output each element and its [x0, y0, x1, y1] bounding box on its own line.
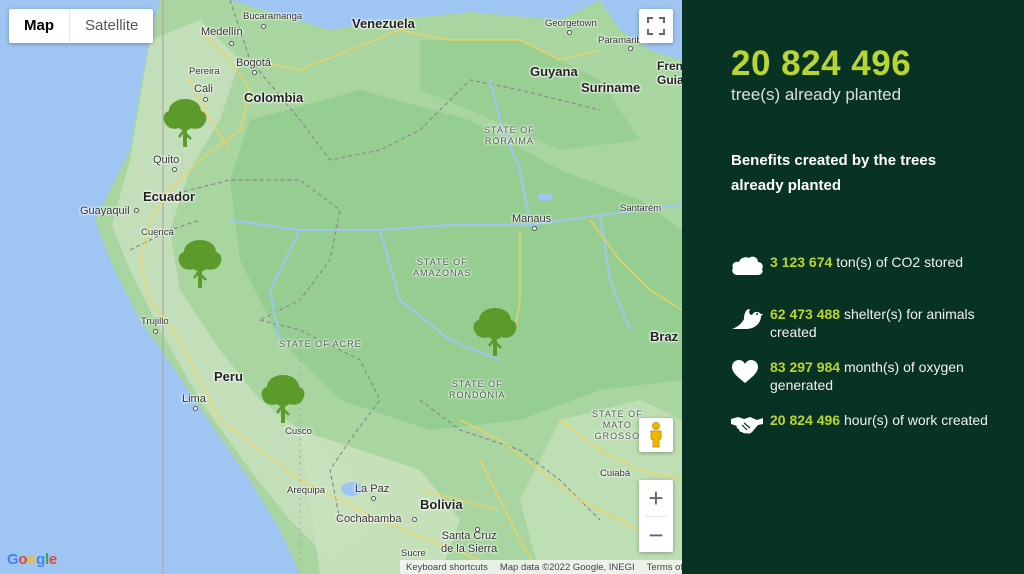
city-label-quito: Quito [153, 154, 180, 166]
city-label-trujillo: Trujillo [141, 316, 169, 327]
city-dot [252, 70, 257, 75]
fullscreen-button[interactable] [639, 9, 673, 43]
stat-work: 20 824 496 hour(s) of work created [730, 411, 990, 437]
tree-marker[interactable] [161, 97, 209, 149]
stat-work-value: 20 824 496 [770, 412, 841, 428]
terms-of-use-link[interactable]: Terms of Use [641, 562, 682, 573]
heart-icon [732, 360, 758, 383]
tree-icon [163, 99, 207, 147]
bird-icon [732, 309, 763, 329]
city-dot [475, 527, 480, 532]
city-dot [371, 496, 376, 501]
city-label-bucaramanga: Bucaramanga [243, 11, 303, 22]
city-dot [412, 517, 417, 522]
city-label-georgetown: Georgetown [545, 18, 597, 29]
stat-co2-text: 3 123 674 ton(s) of CO2 stored [770, 253, 963, 271]
map[interactable]: Venezuela Colombia Ecuador Peru Bolivia … [0, 0, 682, 574]
map-type-control: Map Satellite [9, 9, 154, 43]
stat-oxygen-text: 83 297 984 month(s) of oxygen generated [770, 358, 990, 394]
city-label-santa-cruz: Santa Cruz de la Sierra [441, 530, 498, 555]
city-label-cuenca: Cuenca [141, 227, 174, 238]
google-logo[interactable]: Google [7, 551, 57, 568]
city-dot [193, 406, 198, 411]
handshake-icon [731, 417, 763, 434]
stat-shelter-text: 62 473 488 shelter(s) for animals create… [770, 305, 990, 341]
country-label-peru: Peru [214, 369, 243, 384]
city-label-bogota: Bogotá [236, 57, 271, 69]
benefits-title: Benefits created by the trees already pl… [731, 152, 937, 194]
state-label-amazonas: STATE OF AMAZONAS [413, 257, 472, 278]
map-attribution: Keyboard shortcuts Map data ©2022 Google… [400, 560, 682, 574]
tree-icon [261, 375, 305, 423]
stat-co2: 3 123 674 ton(s) of CO2 stored [730, 253, 990, 279]
city-label-santarem: Santarém [620, 203, 662, 214]
country-label-french-guiana: Fren Guia [657, 59, 682, 87]
state-label-roraima: STATE OF RORAIMA [484, 125, 535, 146]
city-label-la-paz: La Paz [355, 483, 390, 495]
tree-marker[interactable] [471, 306, 519, 358]
tree-count-label: tree(s) already planted [731, 85, 902, 104]
country-label-colombia: Colombia [244, 90, 304, 105]
stat-work-label: hour(s) of work created [843, 412, 988, 428]
city-dot [229, 41, 234, 46]
city-label-arequipa: Arequipa [287, 485, 326, 496]
city-label-sucre: Sucre [401, 548, 426, 559]
zoom-in-button[interactable]: + [639, 480, 673, 516]
city-label-cuiaba: Cuiabá [600, 468, 631, 479]
fullscreen-icon [647, 17, 665, 35]
map-type-map-button[interactable]: Map [9, 9, 70, 43]
city-dot [134, 208, 139, 213]
map-tiles[interactable] [0, 0, 682, 574]
country-label-ecuador: Ecuador [143, 189, 196, 204]
city-dot [261, 24, 266, 29]
city-label-lima: Lima [182, 393, 206, 405]
city-dot [532, 226, 537, 231]
zoom-out-button[interactable]: − [639, 517, 673, 553]
tree-marker[interactable] [259, 373, 307, 425]
city-dot [628, 46, 633, 51]
pegman-icon [650, 422, 662, 448]
stat-co2-label: ton(s) of CO2 stored [836, 254, 964, 270]
city-label-manaus: Manaus [512, 213, 552, 225]
map-data-text: Map data ©2022 Google, INEGI [499, 561, 635, 573]
state-label-rondonia: STATE OF RONDÔNIA [449, 379, 506, 400]
city-dot [567, 30, 572, 35]
stat-shelter-value: 62 473 488 [770, 306, 841, 322]
street-view-pegman-button[interactable] [639, 418, 673, 452]
tree-marker[interactable] [176, 238, 224, 290]
cloud-icon [732, 256, 763, 275]
city-label-cali: Cali [194, 83, 213, 95]
zoom-control: + − [639, 480, 673, 552]
stat-oxygen: 83 297 984 month(s) of oxygen generated [730, 358, 990, 394]
stat-oxygen-value: 83 297 984 [770, 359, 841, 375]
stats-panel: 20 824 496 tree(s) already planted Benef… [682, 0, 1024, 574]
tree-icon [178, 240, 222, 288]
city-label-cochabamba: Cochabamba [336, 513, 402, 525]
keyboard-shortcuts-link[interactable]: Keyboard shortcuts [400, 562, 494, 573]
country-label-venezuela: Venezuela [352, 16, 415, 31]
stat-shelter: 62 473 488 shelter(s) for animals create… [730, 305, 990, 341]
city-label-guayaquil: Guayaquil [80, 205, 130, 217]
city-dot [153, 329, 158, 334]
country-label-guyana: Guyana [530, 64, 578, 79]
tree-count: 20 824 496 [731, 44, 912, 83]
state-label-mato-grosso: STATE OF MATO GROSSO [592, 409, 643, 441]
state-label-acre: STATE OF ACRE [279, 339, 362, 349]
google-logo-text: Google [7, 551, 57, 568]
country-label-suriname: Suriname [581, 80, 641, 95]
country-label-bolivia: Bolivia [420, 497, 463, 512]
city-label-medellin: Medellín [201, 26, 243, 38]
stat-co2-value: 3 123 674 [770, 254, 833, 270]
stat-work-text: 20 824 496 hour(s) of work created [770, 411, 988, 429]
tree-icon [473, 308, 517, 356]
map-type-satellite-button[interactable]: Satellite [70, 9, 153, 43]
city-dot [172, 167, 177, 172]
city-label-cusco: Cusco [285, 426, 312, 437]
country-label-brazil: Braz [650, 329, 679, 344]
city-label-pereira: Pereira [189, 66, 220, 77]
